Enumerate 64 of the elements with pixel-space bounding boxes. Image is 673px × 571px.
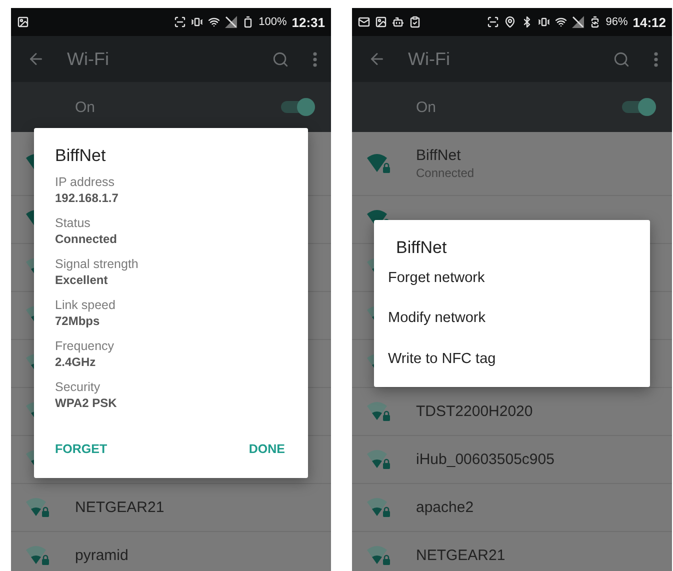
network-name: apache2 [416,499,474,516]
field-label: IP address [55,174,116,190]
more-options-icon [313,52,317,66]
image-icon [17,16,29,28]
field-value: Excellent [55,272,109,288]
vibrate-icon [190,16,203,28]
toolbar-title: Wi-Fi [67,48,110,70]
vibrate-icon [538,16,550,28]
search-icon [272,50,289,68]
more-options-icon [654,52,658,66]
network-row[interactable]: NETGEAR21 [352,532,672,571]
menu-item[interactable]: Write to NFC tag [388,338,496,379]
network-row[interactable]: TDST2200H2020 [352,388,672,436]
wifi-icon [554,16,567,28]
menu-item[interactable]: Modify network [388,298,486,339]
field-label: Signal strength [55,256,140,272]
battery-charging-icon [588,16,601,28]
wifi-icon [208,16,220,28]
clipboard-icon [409,16,421,28]
more-options-button[interactable] [311,50,319,68]
robot-icon [392,16,404,28]
field-value: 72Mbps [55,313,101,329]
wifi-toggle[interactable] [281,98,315,116]
dialog-action-button[interactable]: FORGET [55,440,108,458]
network-name: BiffNet [416,147,462,164]
field-value: WPA2 PSK [55,395,118,411]
switch-label: On [75,98,96,116]
switch-label: On [416,98,438,116]
location-pin-icon [504,16,516,28]
menu-item[interactable]: Forget network [388,258,485,298]
toolbar-title: Wi-Fi [408,48,451,70]
network-name: NETGEAR21 [416,547,506,564]
scan-icon [486,16,499,28]
search-icon [613,50,630,68]
network-row[interactable]: pyramid [11,532,331,571]
image-icon [375,16,387,28]
no-signal-icon [224,16,237,28]
field-label: Link speed [55,297,116,313]
field-value: 192.168.1.7 [55,190,120,206]
clock-time: 12:31 [292,14,325,30]
dialog-title: BiffNet [55,146,107,166]
field-value: Connected [55,231,118,247]
network-name: iHub_00603505c905 [416,451,554,468]
field-label: Status [55,215,92,231]
field-label: Frequency [55,338,116,354]
network-row[interactable]: iHub_00603505c905 [352,436,672,484]
field-label: Security [55,379,102,395]
battery-percent: 100% [258,16,287,28]
network-name: TDST2200H2020 [416,403,533,420]
network-row[interactable]: apache2 [352,484,672,532]
mail-icon [358,16,370,28]
more-options-button[interactable] [652,50,660,68]
scan-icon [174,16,186,28]
network-name: pyramid [75,547,128,564]
clock-time: 14:12 [632,14,666,30]
network-name: NETGEAR21 [75,499,164,516]
network-row[interactable]: NETGEAR21 [11,484,331,532]
battery-percent: 96% [606,16,628,28]
dialog-action-button[interactable]: DONE [248,440,285,458]
wifi-toggle[interactable] [622,98,656,116]
dialog-title: BiffNet [395,238,448,258]
no-signal-icon [572,16,584,28]
battery-icon [242,16,254,28]
field-value: 2.4GHz [55,354,97,370]
